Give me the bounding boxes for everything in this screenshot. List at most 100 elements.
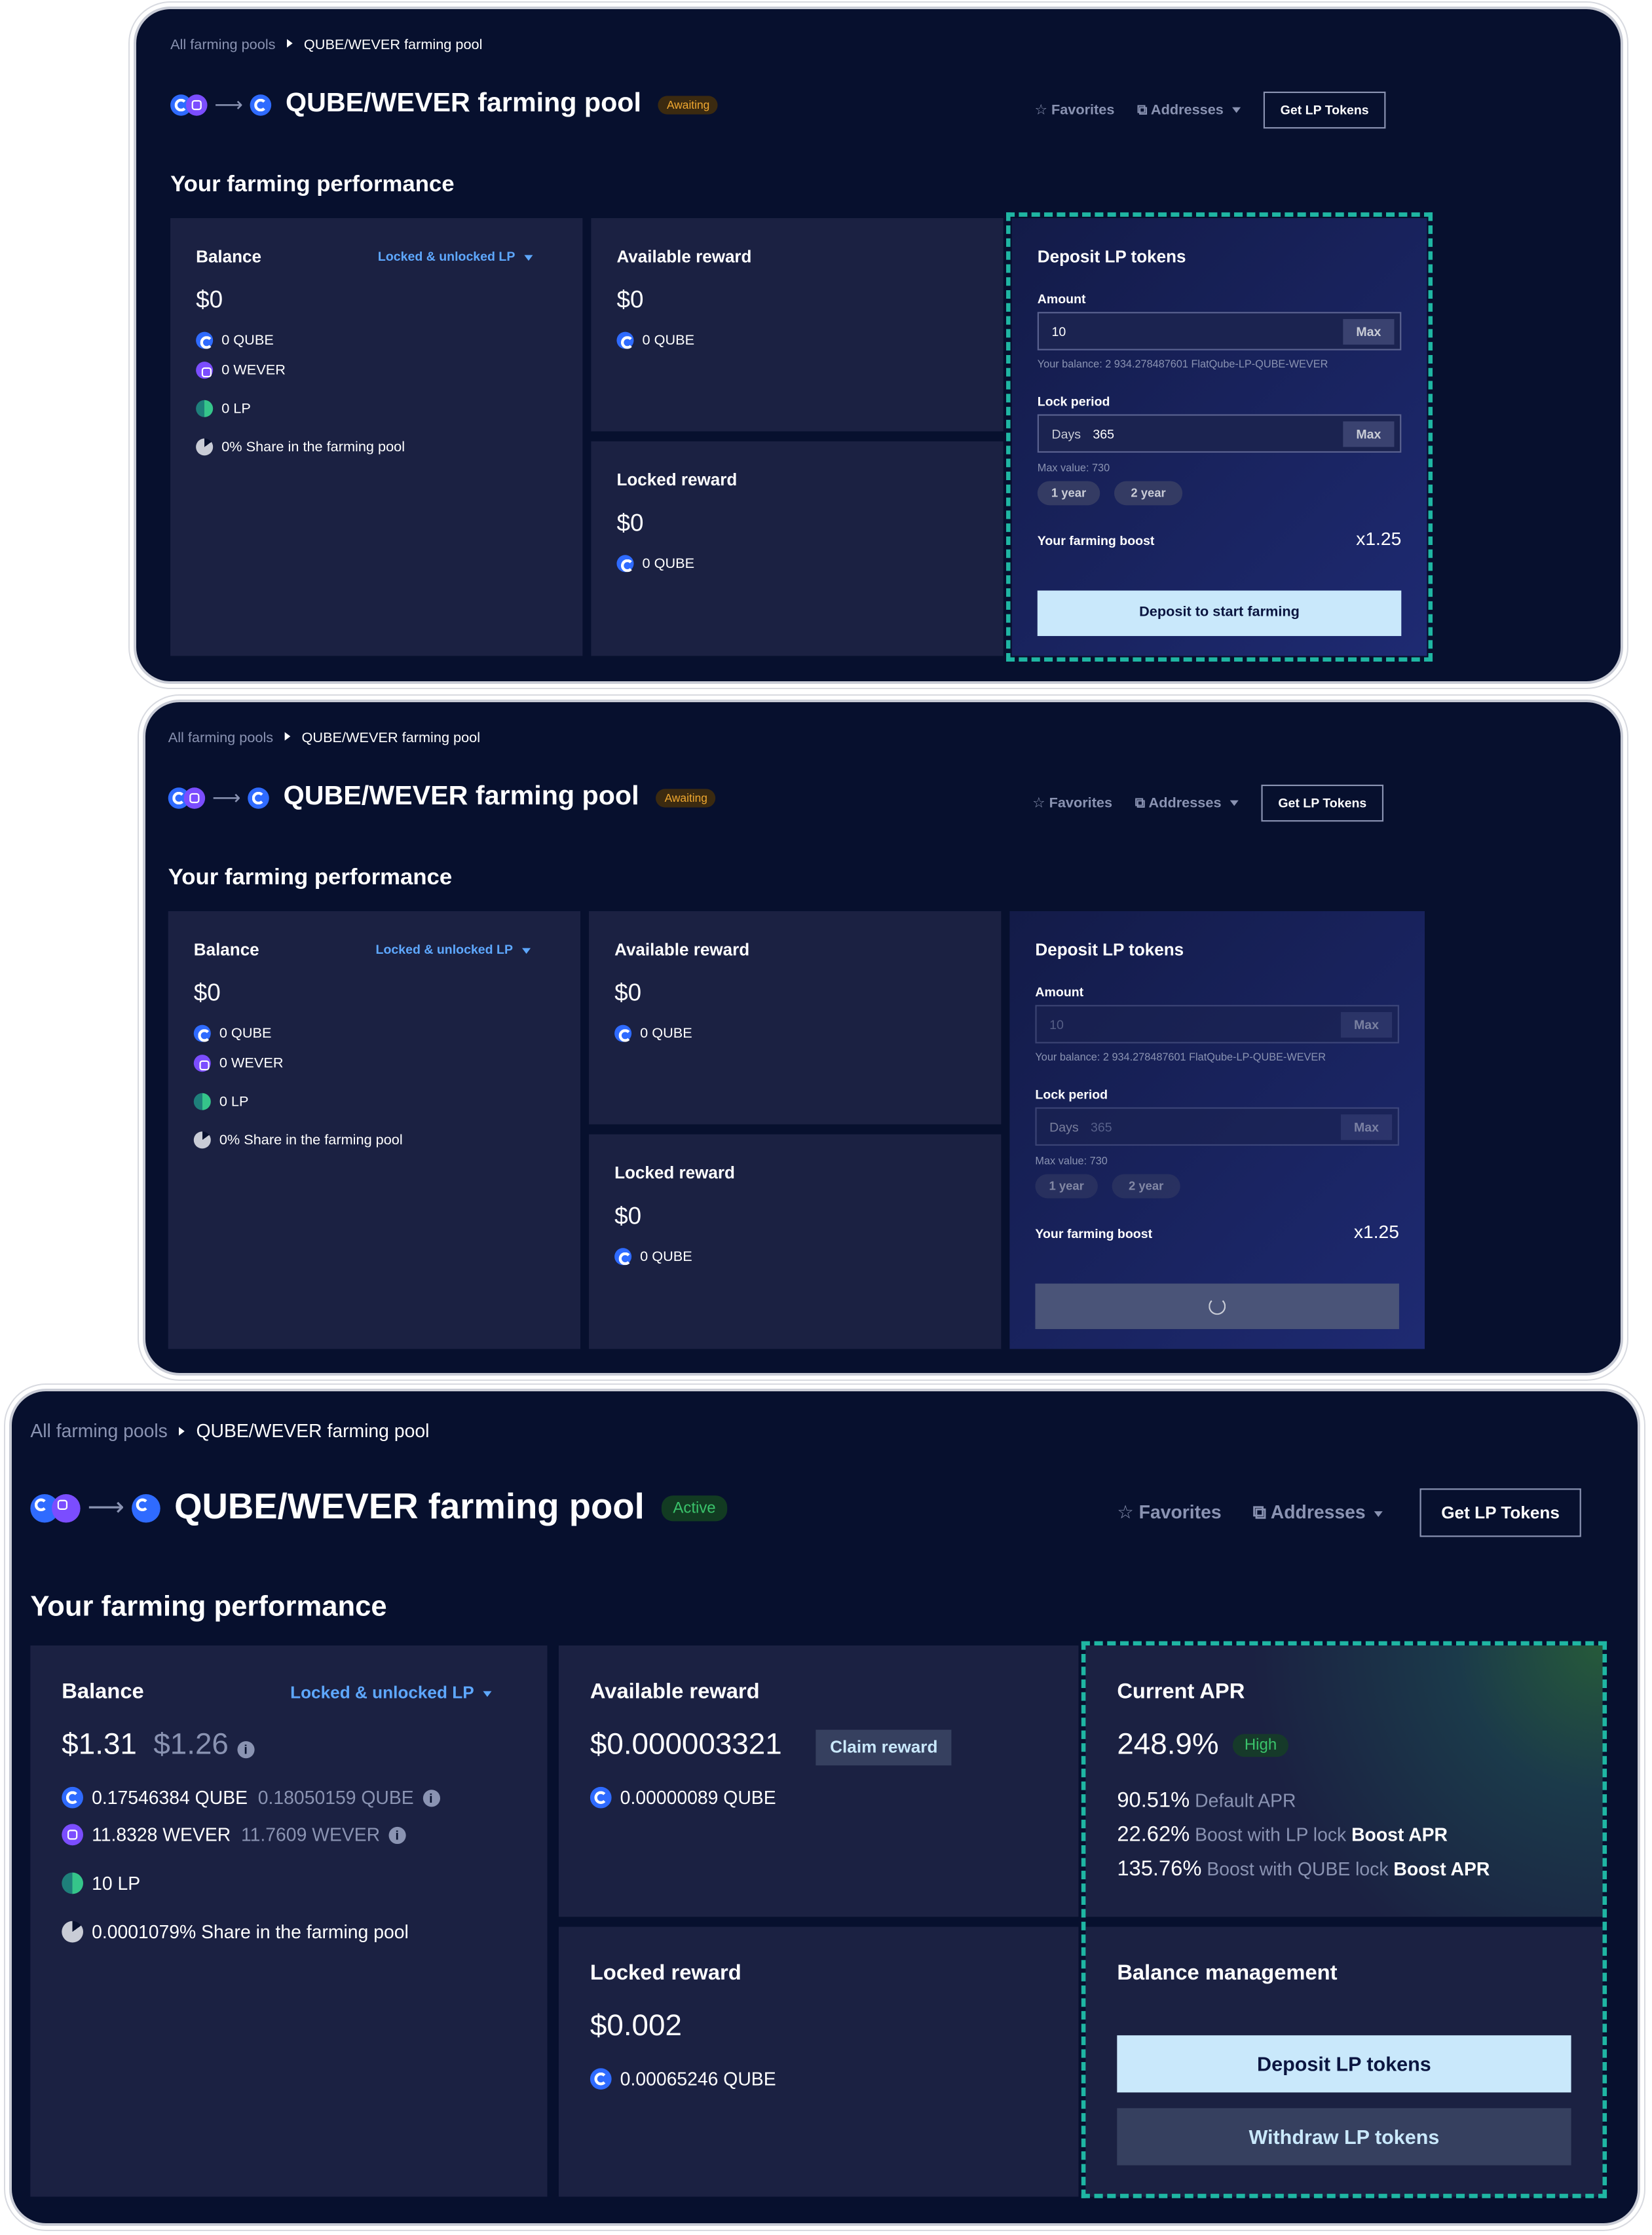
locked-reward-title: Locked reward xyxy=(616,470,738,490)
locked-reward-title: Locked reward xyxy=(590,1961,742,1985)
days-value: 365 xyxy=(1091,1119,1112,1135)
get-lp-tokens-button[interactable]: Get LP Tokens xyxy=(1261,784,1384,822)
locked-reward-title: Locked reward xyxy=(614,1163,735,1183)
claim-reward-button[interactable]: Claim reward xyxy=(816,1729,952,1766)
chevron-down-icon xyxy=(1231,107,1241,113)
locked-reward-qube: 0 QUBE xyxy=(616,555,694,573)
status-badge: Active xyxy=(661,1495,728,1521)
balance-wever: 11.8328 WEVER 11.7609 WEVER i xyxy=(62,1824,406,1846)
balance-wever: 0 WEVER xyxy=(193,1055,284,1072)
amount-value: 10 xyxy=(1049,1017,1064,1032)
deposit-loading-button xyxy=(1035,1283,1399,1329)
pool-share: 0% Share in the farming pool xyxy=(193,1131,403,1149)
breadcrumb-root[interactable]: All farming pools xyxy=(170,37,275,53)
balance-card: Balance Locked & unlocked LP $1.31 $1.26… xyxy=(30,1645,548,2197)
one-year-pill: 1 year xyxy=(1035,1174,1098,1199)
qube-token-icon xyxy=(250,94,272,115)
pie-share-icon xyxy=(193,1131,211,1149)
favorites-link[interactable]: ☆ Favorites xyxy=(1032,795,1112,811)
qube-token-icon xyxy=(131,1493,160,1522)
balance-qube: 0 QUBE xyxy=(196,331,274,349)
locked-reward-usd: $0 xyxy=(616,509,644,537)
available-reward-card: Available reward $0 0 QUBE xyxy=(591,217,1004,432)
max-value-hint: Max value: 730 xyxy=(1035,1154,1108,1167)
balance-lp: 0 LP xyxy=(193,1093,248,1110)
deposit-title: Deposit LP tokens xyxy=(1035,939,1184,960)
pie-share-icon xyxy=(62,1921,83,1943)
pool-header: ⟶ QUBE/WEVER farming pool Awaiting xyxy=(168,782,716,814)
qube-token-icon xyxy=(590,1786,612,1809)
highlight-outline xyxy=(1081,1641,1607,2198)
chevron-down-icon xyxy=(1230,800,1239,806)
balance-lp: 10 LP xyxy=(62,1872,140,1894)
balance-lp: 0 LP xyxy=(196,400,251,417)
balance-title: Balance xyxy=(193,939,259,960)
pool-share: 0% Share in the farming pool xyxy=(196,438,405,456)
balance-card: Balance Locked & unlocked LP $0 0 QUBE 0… xyxy=(168,911,581,1349)
arrow-right-icon: ⟶ xyxy=(212,785,241,808)
spinner-icon xyxy=(1209,1298,1226,1315)
chevron-right-icon xyxy=(286,39,293,48)
section-title: Your farming performance xyxy=(30,1591,387,1623)
available-reward-card: Available reward $0.000003321 Claim rewa… xyxy=(558,1645,1079,1917)
arrow-right-icon: ⟶ xyxy=(214,92,243,115)
balance-usd: $0 xyxy=(193,979,221,1007)
qube-token-icon xyxy=(616,331,634,349)
info-icon[interactable]: i xyxy=(236,1741,255,1759)
locked-reward-card: Locked reward $0.002 0.00065246 QUBE xyxy=(558,1926,1079,2197)
favorites-link[interactable]: ☆ Favorites xyxy=(1117,1501,1221,1524)
balance-wever: 0 WEVER xyxy=(196,362,286,379)
locked-reward-usd: $0 xyxy=(614,1202,642,1230)
wever-token-icon xyxy=(52,1493,81,1522)
amount-input-disabled: 10 Max xyxy=(1035,1005,1399,1043)
lp-filter-dropdown[interactable]: Locked & unlocked LP xyxy=(376,943,531,956)
star-icon: ☆ xyxy=(1117,1501,1134,1523)
days-label: Days xyxy=(1049,1119,1079,1135)
lp-token-icon xyxy=(62,1872,83,1894)
external-link-icon: ⧉ xyxy=(1252,1501,1266,1523)
available-reward-usd: $0.000003321 xyxy=(590,1728,782,1761)
available-reward-card: Available reward $0 0 QUBE xyxy=(589,911,1002,1125)
breadcrumb: All farming pools QUBE/WEVER farming pool xyxy=(170,37,482,53)
arrow-right-icon: ⟶ xyxy=(87,1492,124,1522)
balance-qube: 0.17546384 QUBE 0.18050159 QUBE i xyxy=(62,1786,440,1809)
available-reward-usd: $0 xyxy=(614,979,642,1007)
get-lp-tokens-button[interactable]: Get LP Tokens xyxy=(1419,1488,1581,1537)
header-links: ☆ Favorites ⧉ Addresses Get LP Tokens xyxy=(1117,1488,1581,1537)
chevron-down-icon xyxy=(523,254,533,261)
page-title: QUBE/WEVER farming pool xyxy=(174,1487,645,1528)
external-link-icon: ⧉ xyxy=(1137,102,1148,119)
available-reward-qube: 0 QUBE xyxy=(614,1024,692,1042)
balance-usd: $0 xyxy=(196,286,223,314)
star-icon: ☆ xyxy=(1032,795,1045,812)
section-title: Your farming performance xyxy=(170,172,455,197)
pool-header: ⟶ QUBE/WEVER farming pool Active xyxy=(30,1487,728,1528)
addresses-dropdown[interactable]: ⧉ Addresses xyxy=(1137,102,1241,118)
pie-share-icon xyxy=(196,438,214,456)
qube-token-icon xyxy=(614,1248,632,1266)
breadcrumb-current: QUBE/WEVER farming pool xyxy=(301,730,481,747)
addresses-dropdown[interactable]: ⧉ Addresses xyxy=(1253,1501,1383,1524)
breadcrumb-root[interactable]: All farming pools xyxy=(30,1420,168,1442)
balance-usd-row: $1.31 $1.26 i xyxy=(62,1728,255,1762)
header-links: ☆ Favorites ⧉ Addresses Get LP Tokens xyxy=(1032,784,1384,822)
section-title: Your farming performance xyxy=(168,865,453,890)
available-reward-title: Available reward xyxy=(614,939,750,960)
breadcrumb-current: QUBE/WEVER farming pool xyxy=(303,37,483,54)
get-lp-tokens-button[interactable]: Get LP Tokens xyxy=(1263,91,1386,129)
amount-max-button: Max xyxy=(1340,1012,1393,1038)
chevron-down-icon xyxy=(521,947,531,954)
info-icon[interactable]: i xyxy=(422,1789,440,1807)
farming-boost-value: x1.25 xyxy=(1353,1221,1399,1243)
breadcrumb-root[interactable]: All farming pools xyxy=(168,730,273,746)
lp-filter-dropdown[interactable]: Locked & unlocked LP xyxy=(290,1683,491,1702)
qube-token-icon xyxy=(193,1024,211,1042)
addresses-dropdown[interactable]: ⧉ Addresses xyxy=(1135,795,1239,811)
header-links: ☆ Favorites ⧉ Addresses Get LP Tokens xyxy=(1034,91,1386,129)
breadcrumb: All farming pools QUBE/WEVER farming pool xyxy=(30,1420,429,1442)
balance-title: Balance xyxy=(62,1680,144,1704)
favorites-link[interactable]: ☆ Favorites xyxy=(1034,102,1114,118)
info-icon[interactable]: i xyxy=(388,1826,406,1843)
lp-filter-dropdown[interactable]: Locked & unlocked LP xyxy=(378,250,533,263)
chevron-right-icon xyxy=(284,732,291,741)
